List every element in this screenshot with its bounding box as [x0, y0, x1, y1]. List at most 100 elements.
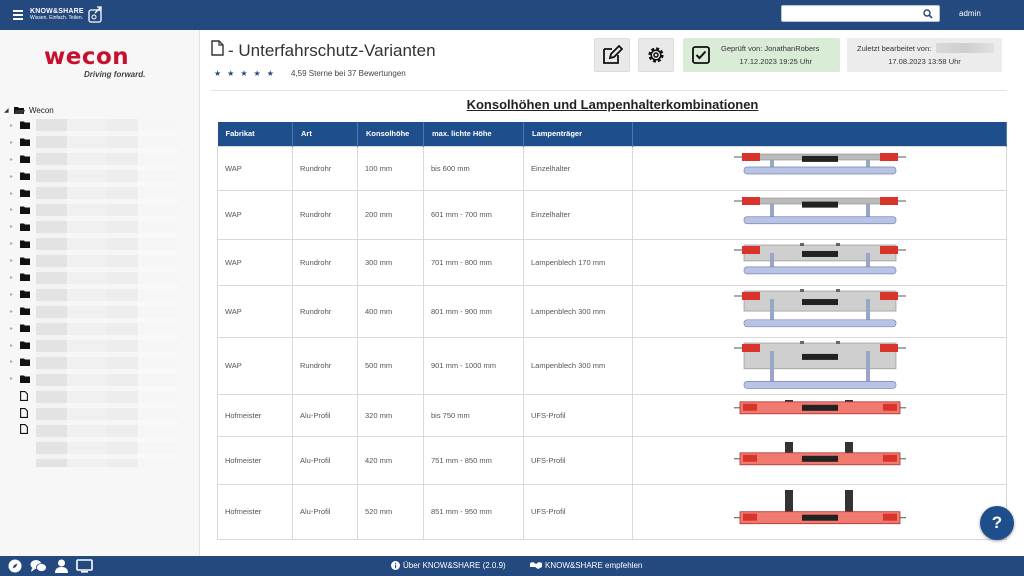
cell-hoehe: 851 mm - 950 mm: [423, 483, 524, 540]
file-icon: [20, 407, 28, 418]
cell-traeger: Einzelhalter: [523, 145, 633, 191]
bumper-illustration: [733, 289, 906, 328]
table-row: WAP Rundrohr 400 mm 801 mm - 900 mm Lampenbl…: [217, 284, 1007, 338]
cell-traeger: Lampenblech 300 mm: [523, 284, 633, 338]
folder-icon: [20, 240, 30, 248]
cell-konsol: 400 mm: [357, 284, 424, 338]
search-input[interactable]: [781, 5, 940, 22]
handshake-icon: [530, 562, 542, 569]
checked-by-text: Geprüft von: JonathanRobers: [721, 44, 820, 53]
cell-illustration: [632, 145, 1007, 191]
collapsed-triangle-icon[interactable]: ▸: [10, 173, 20, 180]
cell-fabrikat: Hofmeister: [217, 483, 293, 540]
cell-konsol: 500 mm: [357, 336, 424, 395]
cell-traeger: Lampenblech 170 mm: [523, 238, 633, 286]
menu-icon[interactable]: [13, 10, 23, 20]
star-icon[interactable]: ★: [240, 69, 247, 78]
cell-illustration: [632, 336, 1007, 395]
star-icon[interactable]: ★: [227, 69, 234, 78]
bumper-illustration: [733, 400, 906, 415]
rating-stars[interactable]: ★ ★ ★ ★ ★: [214, 69, 274, 78]
collapsed-triangle-icon[interactable]: ▸: [10, 139, 20, 146]
cell-art: Alu-Profil: [292, 483, 358, 540]
table-row: Hofmeister Alu-Profil 420 mm 751 mm - 850 m…: [217, 435, 1007, 485]
collapsed-triangle-icon[interactable]: ▸: [10, 342, 20, 349]
rating-text: 4,59 Sterne bei 37 Bewertungen: [291, 69, 406, 78]
brand-name: KNOW&SHARE: [30, 8, 84, 15]
brand-logo[interactable]: KNOW&SHARE Wissen. Einfach. Teilen.: [30, 6, 105, 24]
edit-button[interactable]: [594, 38, 630, 72]
tree-root-label: Wecon: [29, 105, 54, 115]
folder-icon: [20, 375, 30, 383]
help-button[interactable]: ?: [980, 506, 1014, 540]
collapsed-triangle-icon[interactable]: ▸: [10, 190, 20, 197]
star-icon[interactable]: ★: [254, 69, 261, 78]
cell-illustration: [632, 189, 1007, 240]
cell-art: Rundrohr: [292, 284, 358, 338]
folder-icon: [20, 341, 30, 350]
user-menu[interactable]: admin: [959, 9, 981, 18]
folder-icon: [20, 138, 30, 147]
collapsed-triangle-icon[interactable]: ▸: [10, 206, 20, 213]
col-lampentraeger: Lampenträger: [523, 122, 633, 146]
cell-illustration: [632, 238, 1007, 286]
chat-icon[interactable]: [30, 559, 47, 573]
collapsed-triangle-icon[interactable]: ▸: [10, 358, 20, 365]
collapsed-triangle-icon[interactable]: ▸: [10, 308, 20, 315]
cell-fabrikat: Hofmeister: [217, 393, 293, 437]
sidebar: wecon Driving forward. ◢ Wecon ▸ ▸ ▸ ▸ ▸ ▸ ▸ ▸ ▸…: [0, 30, 200, 556]
cell-hoehe: 801 mm - 900 mm: [423, 284, 524, 338]
top-bar: KNOW&SHARE Wissen. Einfach. Teilen. admi…: [0, 0, 1024, 30]
bumper-illustration: [733, 490, 906, 525]
section-heading: Konsolhöhen und Lampenhalterkombinatione…: [466, 97, 759, 112]
folder-icon: [20, 290, 30, 299]
about-label: Über KNOW&SHARE (2.0.9): [403, 561, 506, 570]
cell-fabrikat: WAP: [217, 189, 293, 240]
about-link[interactable]: Über KNOW&SHARE (2.0.9): [391, 561, 506, 570]
cell-art: Rundrohr: [292, 189, 358, 240]
cell-illustration: [632, 483, 1007, 540]
col-lichte-hoehe: max. lichte Höhe: [423, 122, 524, 146]
redacted-area-overlay: [36, 119, 178, 467]
cell-hoehe: 701 mm - 800 mm: [423, 238, 524, 286]
cell-traeger: UFS-Profil: [523, 483, 633, 540]
recommend-label: KNOW&SHARE empfehlen: [545, 561, 643, 570]
checked-by-badge: Geprüft von: JonathanRobers 17.12.2023 1…: [683, 38, 840, 72]
collapsed-triangle-icon[interactable]: ▸: [10, 223, 20, 230]
table-row: Hofmeister Alu-Profil 320 mm bis 750 mm UFS-…: [217, 393, 1007, 437]
cell-hoehe: 751 mm - 850 mm: [423, 435, 524, 485]
collapsed-triangle-icon[interactable]: ▸: [10, 375, 20, 382]
cell-hoehe: 901 mm - 1000 mm: [423, 336, 524, 395]
collapsed-triangle-icon[interactable]: ▸: [10, 291, 20, 298]
search-icon[interactable]: [923, 9, 933, 19]
last-edited-date: 17.08.2023 13:58 Uhr: [888, 57, 961, 66]
star-icon[interactable]: ★: [214, 69, 221, 78]
collapsed-triangle-icon[interactable]: ▸: [10, 257, 20, 264]
tree-root[interactable]: ◢ Wecon: [4, 103, 194, 117]
monitor-icon[interactable]: [76, 559, 93, 573]
gear-icon: [648, 47, 664, 63]
folder-icon: [20, 358, 30, 366]
folder-icon: [20, 257, 30, 265]
brand-slogan: Wissen. Einfach. Teilen.: [30, 15, 83, 21]
expanded-triangle-icon[interactable]: ◢: [4, 107, 14, 114]
settings-button[interactable]: [638, 38, 674, 72]
open-folder-icon: [14, 106, 25, 114]
cell-hoehe: bis 750 mm: [423, 393, 524, 437]
compass-icon[interactable]: [8, 559, 22, 573]
collapsed-triangle-icon[interactable]: ▸: [10, 274, 20, 281]
user-icon[interactable]: [55, 559, 68, 573]
recommend-link[interactable]: KNOW&SHARE empfehlen: [530, 561, 642, 570]
file-icon: [20, 390, 28, 401]
folder-icon: [20, 206, 30, 214]
table-row: Hofmeister Alu-Profil 520 mm 851 mm - 950 m…: [217, 483, 1007, 540]
company-logo: wecon Driving forward.: [44, 46, 145, 80]
collapsed-triangle-icon[interactable]: ▸: [10, 240, 20, 247]
collapsed-triangle-icon[interactable]: ▸: [10, 156, 20, 163]
bumper-illustration: [733, 153, 906, 175]
folder-icon: [20, 121, 30, 130]
collapsed-triangle-icon[interactable]: ▸: [10, 122, 20, 129]
cell-traeger: Einzelhalter: [523, 189, 633, 240]
star-icon[interactable]: ★: [267, 69, 274, 78]
collapsed-triangle-icon[interactable]: ▸: [10, 325, 20, 332]
